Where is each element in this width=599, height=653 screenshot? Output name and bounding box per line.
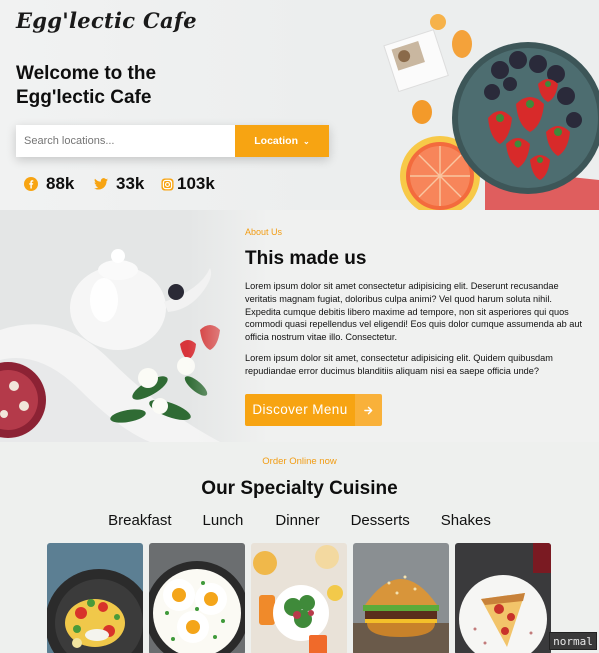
pizza-slice-image <box>455 543 551 653</box>
location-search: Location ⌄ <box>16 125 329 157</box>
tab-breakfast[interactable]: Breakfast <box>108 512 171 529</box>
dish-gallery <box>47 543 551 653</box>
mode-status-badge: normal <box>549 632 597 650</box>
facebook-icon <box>24 177 38 191</box>
brand-logo[interactable]: Egg'lectic Cafe <box>16 8 197 33</box>
social-facebook[interactable]: 88k <box>24 174 94 194</box>
about-paragraph: Lorem ipsum dolor sit amet, consectetur … <box>245 353 553 376</box>
tab-desserts[interactable]: Desserts <box>351 512 410 529</box>
location-button[interactable]: Location ⌄ <box>235 125 329 157</box>
instagram-icon <box>161 177 174 191</box>
menu-tabs: Breakfast Lunch Dinner Desserts Shakes <box>0 512 599 529</box>
search-input[interactable] <box>16 125 235 157</box>
social-twitter[interactable]: 33k <box>94 174 161 194</box>
order-kicker: Order Online now <box>262 456 337 467</box>
facebook-count: 88k <box>46 174 75 193</box>
teapot-table-image <box>0 210 268 442</box>
arrow-right-icon <box>355 394 382 426</box>
burger-image <box>353 543 449 653</box>
hero-section: Egg'lectic Cafe Welcome to the Egg'lecti… <box>0 0 599 210</box>
about-paragraph: Lorem ipsum dolor sit amet consectetur a… <box>245 281 583 343</box>
about-title: This made us <box>245 248 367 269</box>
discover-menu-button[interactable]: Discover Menu <box>245 394 382 426</box>
dish-card[interactable] <box>149 543 245 653</box>
location-button-label: Location <box>254 135 299 147</box>
dish-card[interactable] <box>251 543 347 653</box>
welcome-heading: Welcome to the Egg'lectic Cafe <box>16 63 157 108</box>
about-section: About Us This made us Lorem ipsum dolor … <box>0 210 599 442</box>
salad-table-image <box>251 543 347 653</box>
tab-dinner[interactable]: Dinner <box>275 512 319 529</box>
omelette-pan-image <box>47 543 143 653</box>
instagram-count: 103k <box>177 174 215 193</box>
tab-shakes[interactable]: Shakes <box>441 512 491 529</box>
fruit-bowl-image <box>370 0 599 210</box>
tab-lunch[interactable]: Lunch <box>203 512 244 529</box>
discover-menu-label: Discover Menu <box>245 394 355 426</box>
dish-card[interactable] <box>47 543 143 653</box>
social-stats: 88k 33k 103k <box>24 174 215 194</box>
twitter-count: 33k <box>116 174 145 193</box>
dish-card[interactable] <box>353 543 449 653</box>
about-kicker: About Us <box>245 227 283 237</box>
fried-eggs-image <box>149 543 245 653</box>
chevron-down-icon: ⌄ <box>303 136 310 146</box>
cuisine-title: Our Specialty Cuisine <box>201 478 398 499</box>
social-instagram[interactable]: 103k <box>161 174 215 194</box>
dish-card[interactable] <box>455 543 551 653</box>
twitter-icon <box>94 178 108 190</box>
